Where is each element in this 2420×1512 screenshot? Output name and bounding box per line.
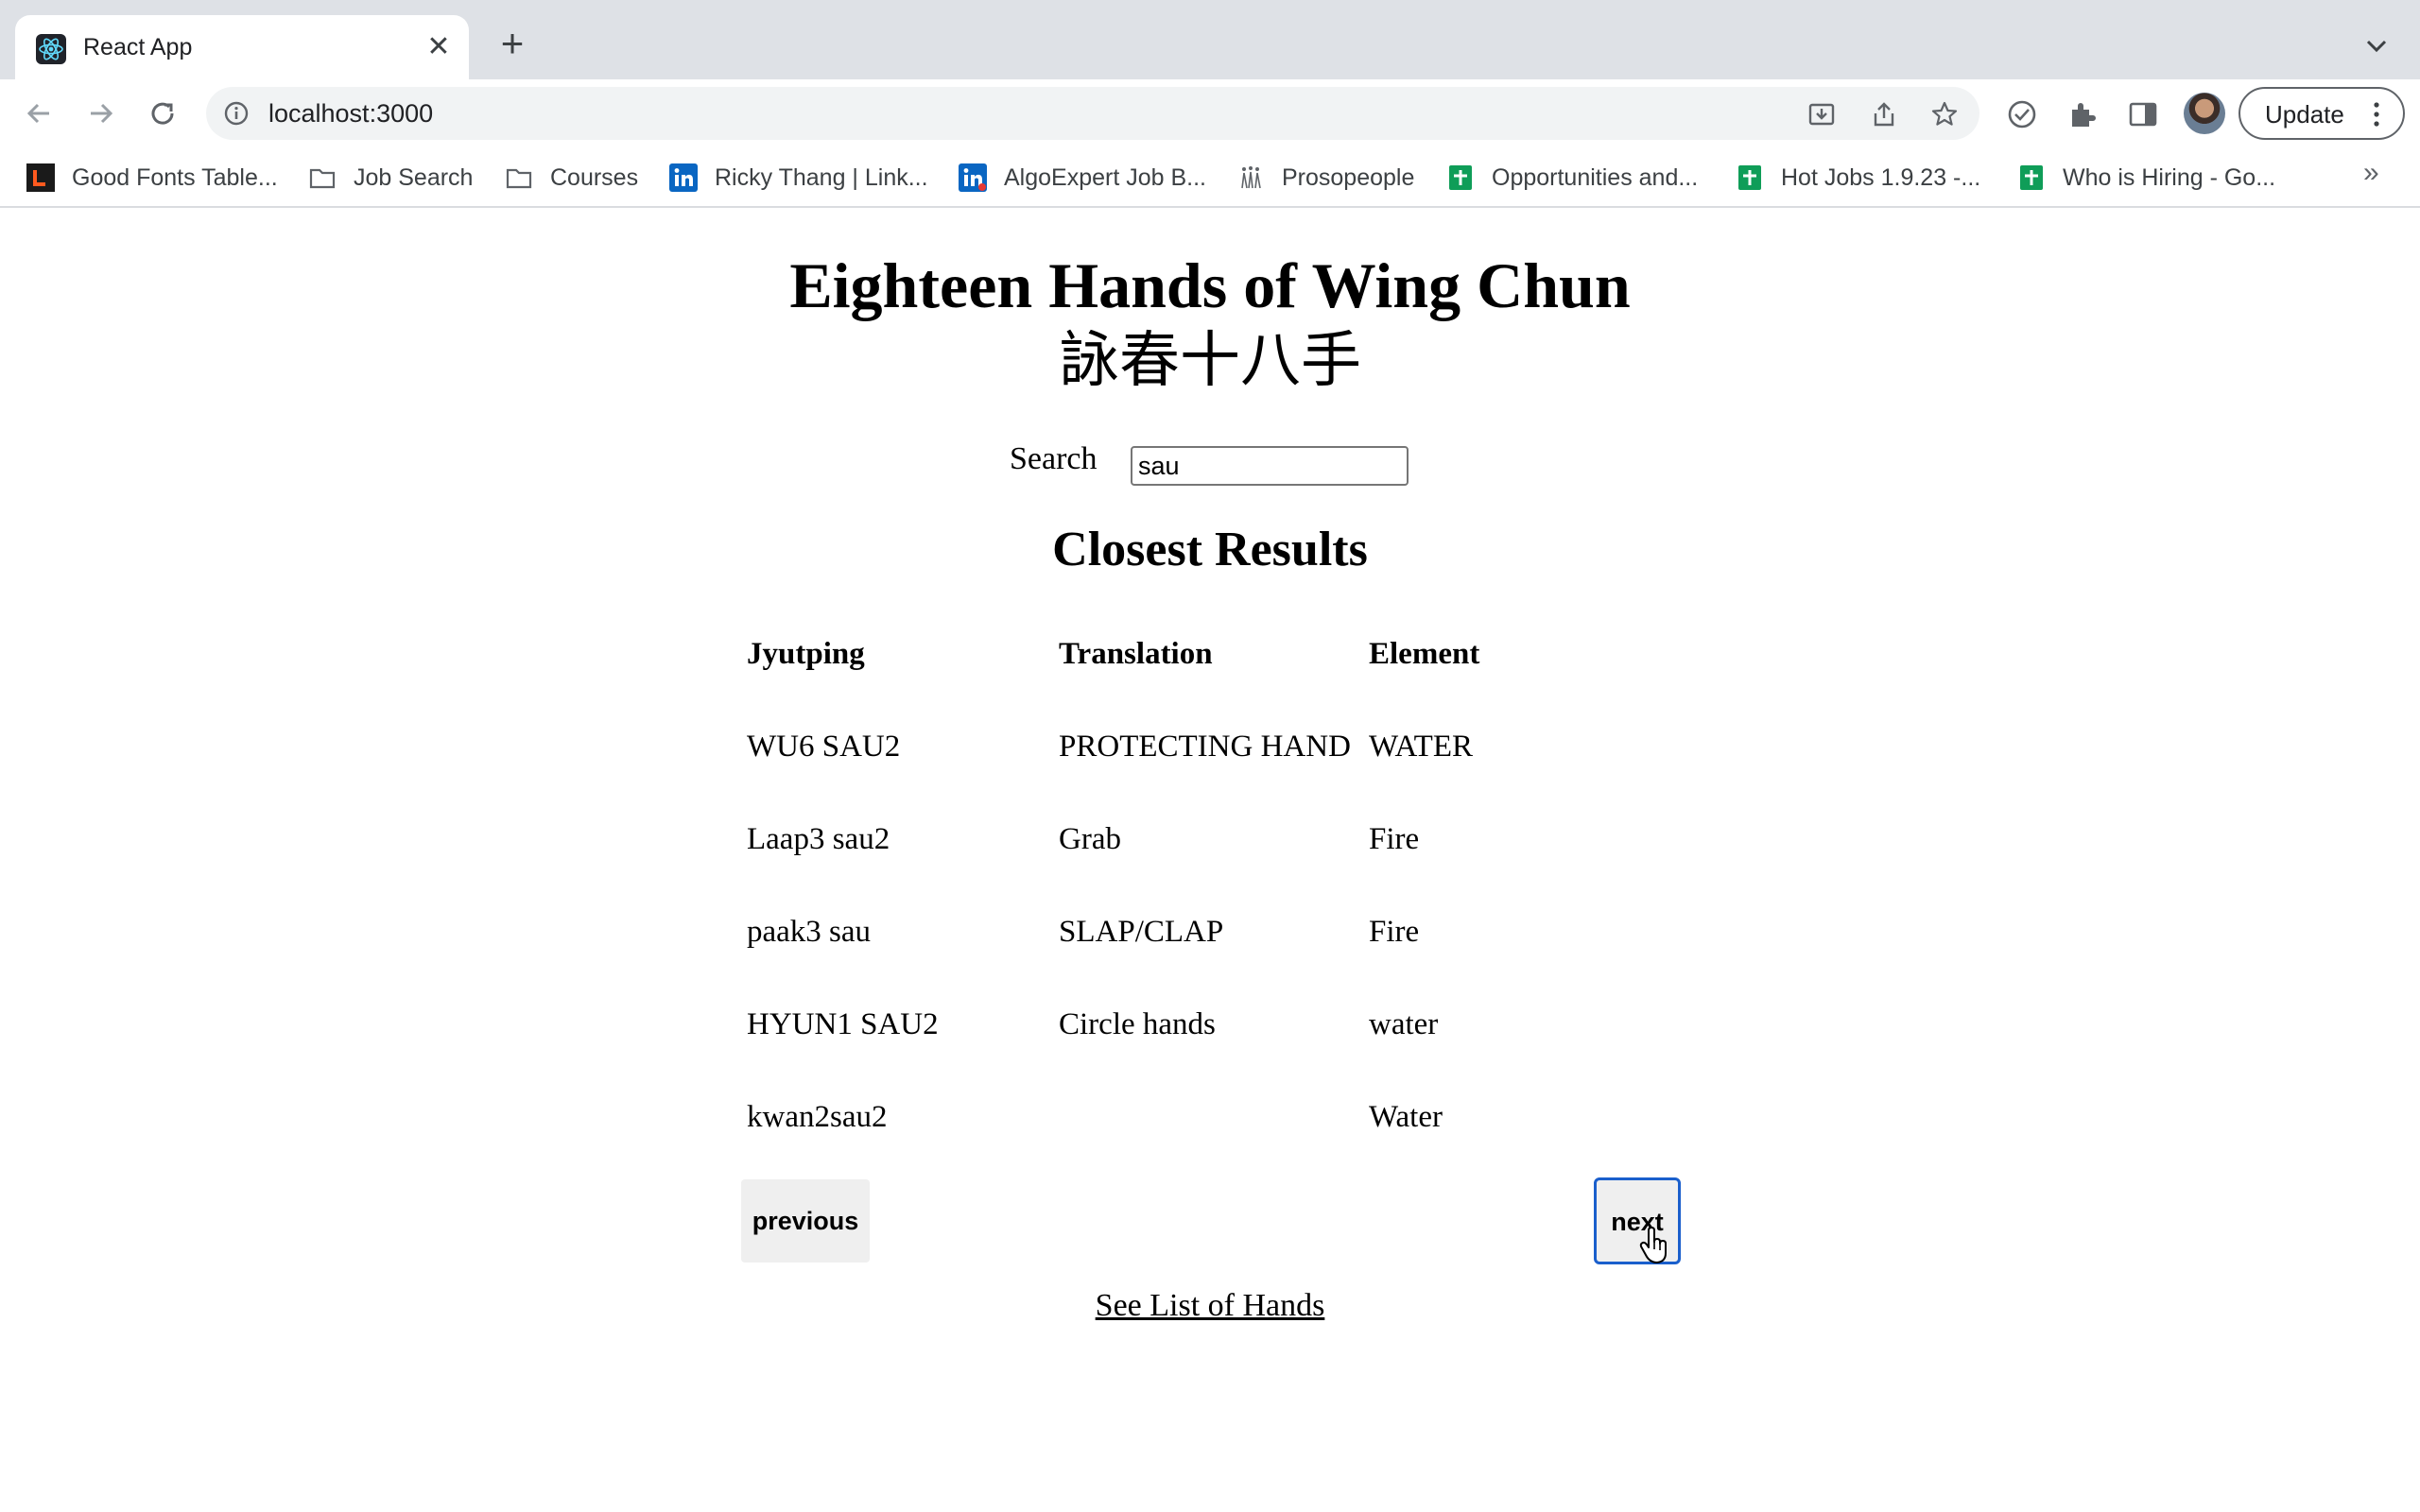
tab-title: React App [83,34,193,60]
bookmark-label: Good Fonts Table... [72,163,278,191]
info-icon[interactable] [223,100,250,127]
column-header-jyutping: Jyutping [747,637,865,671]
element-cell: Fire [1369,915,1420,949]
bookmark-item[interactable]: Hot Jobs 1.9.23 -... [1736,161,1980,195]
bookmark-item[interactable]: Ricky Thang | Link... [669,161,928,195]
jyutping-cell: paak3 sau [747,915,872,949]
task-check-icon[interactable] [2006,98,2038,130]
forward-arrow-icon[interactable] [81,94,119,132]
react-logo-icon [36,34,66,64]
bookmark-label: Job Search [354,163,474,191]
see-list-of-hands-link[interactable]: See List of Hands [0,1287,2420,1325]
bookmark-item[interactable]: AlgoExpert Job B... [959,161,1206,195]
update-button[interactable]: Update [2238,87,2405,140]
linkedin-icon [959,163,987,192]
translation-cell: PROTECTING HAND [1059,730,1351,764]
address-bar[interactable]: localhost:3000 [206,87,1979,140]
fonts-favicon-icon [26,163,55,192]
browser-tab[interactable]: React App ✕ [15,15,469,79]
results-heading: Closest Results [1052,523,1368,576]
search-label: Search [1010,441,1098,476]
jyutping-cell: WU6 SAU2 [747,730,901,764]
bookmarks-overflow-chevron-icon[interactable]: » [2363,157,2379,189]
sheets-icon [2020,165,2043,190]
results-table: Jyutping Translation Element WU6 SAU2 PR… [747,635,1692,1191]
jyutping-cell: kwan2sau2 [747,1100,888,1134]
url-text: localhost:3000 [268,99,434,128]
translation-cell: Circle hands [1059,1007,1216,1041]
bookmark-label: AlgoExpert Job B... [1004,163,1207,191]
search-input[interactable] [1131,446,1409,486]
table-header-row: Jyutping Translation Element [747,635,1692,728]
prosopeople-icon [1241,166,1261,189]
chevron-down-icon[interactable] [2360,28,2394,62]
bookmark-label: Courses [550,163,639,191]
share-icon[interactable] [1870,100,1898,129]
bookmark-label: Ricky Thang | Link... [715,163,928,191]
new-tab-icon[interactable]: + [493,24,531,63]
translation-cell: SLAP/CLAP [1059,915,1224,949]
more-vert-icon[interactable] [2371,100,2382,129]
bookmark-label: Prosopeople [1282,163,1415,191]
install-icon[interactable] [1807,100,1836,129]
bookmarks-bar: Good Fonts Table... Job Search Courses R… [0,147,2420,208]
bookmark-item[interactable]: Good Fonts Table... [26,161,278,195]
jyutping-cell: HYUN1 SAU2 [747,1007,939,1041]
bookmark-label: Opportunities and... [1492,163,1699,191]
extensions-puzzle-icon[interactable] [2066,98,2099,130]
table-row: WU6 SAU2 PROTECTING HAND WATER [747,728,1692,820]
page-content: Eighteen Hands of Wing Chun 詠春十八手 Search… [0,210,2420,1512]
bookmark-folder[interactable]: Courses [505,161,638,195]
table-row: paak3 sau SLAP/CLAP Fire [747,913,1692,1005]
bookmark-label: Hot Jobs 1.9.23 -... [1781,163,1981,191]
profile-avatar[interactable] [2184,93,2225,134]
table-row: kwan2sau2 Water [747,1098,1692,1191]
column-header-translation: Translation [1059,637,1213,671]
browser-tab-strip: React App ✕ + [0,0,2420,79]
page-subtitle-chinese: 詠春十八手 [1059,326,1361,396]
element-cell: water [1369,1007,1439,1041]
bookmark-folder[interactable]: Job Search [308,161,473,195]
linkedin-icon [669,163,698,192]
bookmark-item[interactable]: Who is Hiring - Go... [2017,161,2275,195]
folder-icon [506,168,532,189]
bookmark-item[interactable]: Prosopeople [1236,161,1414,195]
star-icon[interactable] [1930,100,1959,129]
browser-toolbar: localhost:3000 Update [0,79,2420,147]
element-cell: WATER [1369,730,1473,764]
column-header-element: Element [1369,637,1480,671]
element-cell: Water [1369,1100,1443,1134]
update-button-label: Update [2265,100,2344,129]
sheets-icon [1738,165,1761,190]
page-title: Eighteen Hands of Wing Chun [789,249,1631,321]
reload-icon[interactable] [144,94,182,132]
side-panel-icon[interactable] [2127,98,2159,130]
folder-icon [309,168,336,189]
element-cell: Fire [1369,822,1420,856]
bookmark-item[interactable]: Opportunities and... [1446,161,1698,195]
table-row: Laap3 sau2 Grab Fire [747,820,1692,913]
translation-cell: Grab [1059,822,1121,856]
close-tab-icon[interactable]: ✕ [424,32,454,62]
sheets-icon [1449,165,1472,190]
jyutping-cell: Laap3 sau2 [747,822,890,856]
bookmark-label: Who is Hiring - Go... [2063,163,2276,191]
hand-pointer-cursor-icon [1639,1227,1667,1263]
back-arrow-icon[interactable] [21,94,59,132]
table-row: HYUN1 SAU2 Circle hands water [747,1005,1692,1098]
previous-button[interactable]: previous [741,1179,870,1263]
